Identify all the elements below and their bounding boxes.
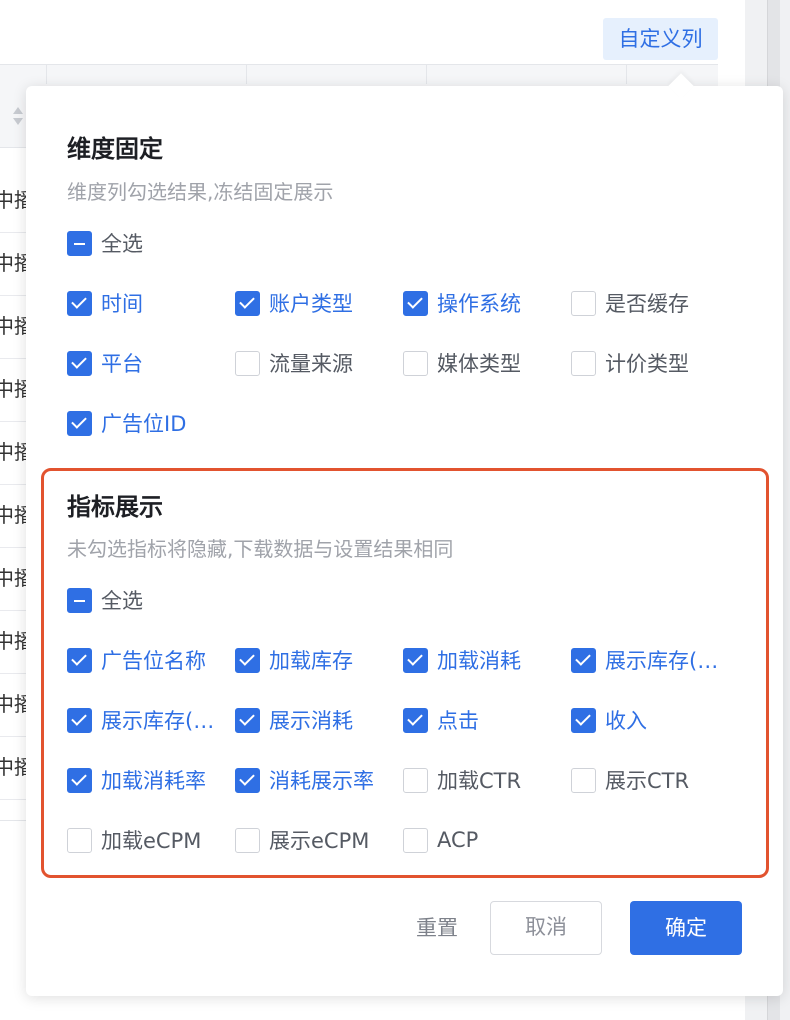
dimension-option-label: 是否缓存 [605,292,689,316]
dimension-checkbox[interactable] [403,290,428,316]
dimension-checkbox[interactable] [67,350,92,376]
dimension-option[interactable]: 账户类型 [235,288,353,318]
dimension-option[interactable]: 媒体类型 [403,348,521,378]
dimension-checkbox[interactable] [235,290,260,316]
dimension-select-all-checkbox[interactable] [67,230,92,256]
table-column-divider [626,64,627,84]
dimension-checkbox[interactable] [67,410,92,436]
sort-icon[interactable] [12,105,24,133]
dimension-checkbox[interactable] [403,350,428,376]
dimension-option-label: 操作系统 [437,292,521,316]
dimension-checkbox[interactable] [67,290,92,316]
dimension-option-label: 广告位ID [101,412,187,436]
dimension-section-title: 维度固定 [67,135,163,163]
confirm-button[interactable]: 确定 [630,901,742,955]
dimension-option-label: 账户类型 [269,292,353,316]
dimension-option-label: 平台 [101,352,143,376]
dimension-select-all[interactable]: 全选 [67,228,143,258]
cancel-button[interactable]: 取消 [490,901,602,955]
dimension-section-description: 维度列勾选结果,冻结固定展示 [67,180,334,204]
table-column-divider [426,64,427,84]
table-column-divider [46,64,47,84]
custom-columns-button[interactable]: 自定义列 [603,18,718,60]
dimension-checkbox[interactable] [235,350,260,376]
dimension-select-all-label: 全选 [101,232,143,256]
metric-section-highlight [41,468,769,878]
dimension-option[interactable]: 操作系统 [403,288,521,318]
dimension-option-label: 媒体类型 [437,352,521,376]
dimension-option[interactable]: 时间 [67,288,143,318]
dimension-checkbox[interactable] [571,290,596,316]
reset-button[interactable]: 重置 [404,901,470,955]
dimension-option[interactable]: 广告位ID [67,408,186,438]
dimension-option-label: 时间 [101,292,143,316]
dimension-option[interactable]: 流量来源 [235,348,353,378]
dimension-option-label: 流量来源 [269,352,353,376]
dimension-option-label: 计价类型 [605,352,689,376]
dimension-checkbox[interactable] [571,350,596,376]
dimension-option[interactable]: 计价类型 [571,348,689,378]
dimension-option[interactable]: 平台 [67,348,143,378]
table-column-divider [246,64,247,84]
dimension-option[interactable]: 是否缓存 [571,288,689,318]
